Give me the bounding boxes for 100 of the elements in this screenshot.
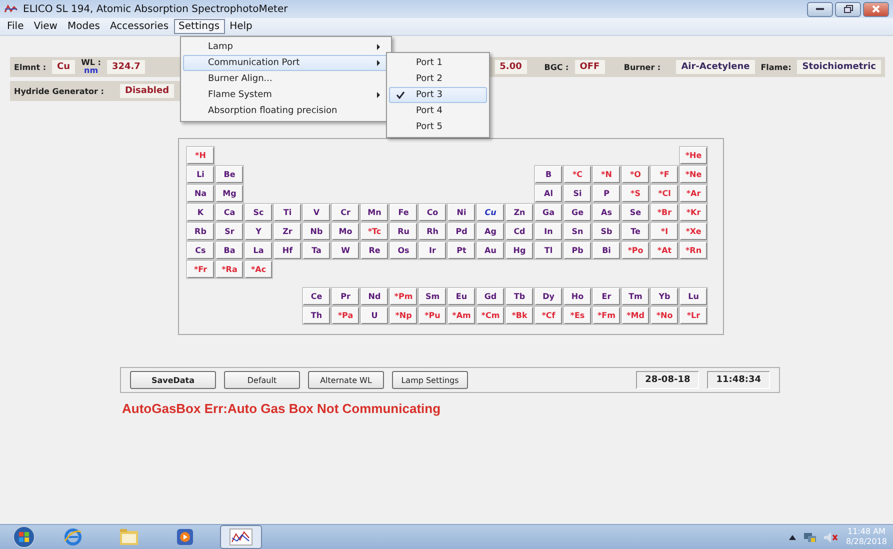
menu-option[interactable]: Flame System bbox=[183, 87, 389, 103]
action-button[interactable]: Alternate WL bbox=[308, 371, 384, 389]
element-button[interactable]: *Cf bbox=[535, 307, 562, 324]
element-button[interactable]: Sr bbox=[216, 223, 243, 240]
element-button[interactable]: *F bbox=[651, 166, 678, 183]
element-button[interactable]: Gd bbox=[477, 288, 504, 305]
menu-option[interactable]: Absorption floating precision bbox=[183, 103, 389, 119]
element-button[interactable]: In bbox=[535, 223, 562, 240]
menu-option[interactable]: Port 2 bbox=[389, 71, 487, 87]
element-button[interactable]: Zr bbox=[274, 223, 301, 240]
menu-option[interactable]: Port 4 bbox=[389, 103, 487, 119]
element-button[interactable]: *O bbox=[622, 166, 649, 183]
element-button[interactable]: *Pa bbox=[332, 307, 359, 324]
element-button[interactable]: Dy bbox=[535, 288, 562, 305]
element-button[interactable]: Th bbox=[303, 307, 330, 324]
element-button[interactable]: *Am bbox=[448, 307, 475, 324]
element-button[interactable]: Hf bbox=[274, 242, 301, 259]
element-button[interactable]: Na bbox=[187, 185, 214, 202]
element-button[interactable]: Er bbox=[593, 288, 620, 305]
element-button[interactable]: Re bbox=[361, 242, 388, 259]
element-button[interactable]: Rb bbox=[187, 223, 214, 240]
element-button[interactable]: *Ra bbox=[216, 261, 243, 278]
element-button[interactable]: Au bbox=[477, 242, 504, 259]
element-button[interactable]: Os bbox=[390, 242, 417, 259]
element-button[interactable]: Sc bbox=[245, 204, 272, 221]
element-button[interactable]: V bbox=[303, 204, 330, 221]
menu-item[interactable]: Help bbox=[224, 19, 258, 34]
element-button[interactable]: Se bbox=[622, 204, 649, 221]
element-button[interactable]: Ti bbox=[274, 204, 301, 221]
element-button[interactable]: Co bbox=[419, 204, 446, 221]
element-button[interactable]: As bbox=[593, 204, 620, 221]
element-button[interactable]: Al bbox=[535, 185, 562, 202]
element-button[interactable]: Li bbox=[187, 166, 214, 183]
element-button[interactable]: Y bbox=[245, 223, 272, 240]
element-button[interactable]: *Np bbox=[390, 307, 417, 324]
element-button[interactable]: *I bbox=[651, 223, 678, 240]
element-button[interactable]: *Bk bbox=[506, 307, 533, 324]
menu-item[interactable]: View bbox=[28, 19, 62, 34]
element-button[interactable]: *S bbox=[622, 185, 649, 202]
element-button[interactable]: *Fr bbox=[187, 261, 214, 278]
element-button[interactable]: Ag bbox=[477, 223, 504, 240]
element-button[interactable]: Fe bbox=[390, 204, 417, 221]
menu-item[interactable]: Settings bbox=[174, 19, 225, 34]
element-button[interactable]: *At bbox=[651, 242, 678, 259]
element-button[interactable]: W bbox=[332, 242, 359, 259]
menu-option[interactable]: Burner Align... bbox=[183, 71, 389, 87]
element-button[interactable]: Ce bbox=[303, 288, 330, 305]
element-button[interactable]: Ru bbox=[390, 223, 417, 240]
element-button[interactable]: K bbox=[187, 204, 214, 221]
element-button[interactable]: *No bbox=[651, 307, 678, 324]
element-button[interactable]: *Es bbox=[564, 307, 591, 324]
element-button[interactable]: Te bbox=[622, 223, 649, 240]
element-button[interactable]: Sn bbox=[564, 223, 591, 240]
element-button[interactable]: Lu bbox=[680, 288, 707, 305]
element-button[interactable]: Ge bbox=[564, 204, 591, 221]
menu-item[interactable]: File bbox=[2, 19, 29, 34]
element-button[interactable]: Pr bbox=[332, 288, 359, 305]
element-button[interactable]: *Ar bbox=[680, 185, 707, 202]
element-button[interactable]: Tl bbox=[535, 242, 562, 259]
menu-option[interactable]: Port 5 bbox=[389, 119, 487, 135]
muted-speaker-icon[interactable] bbox=[824, 532, 838, 542]
caret-icon[interactable] bbox=[788, 534, 796, 540]
action-button[interactable]: Default bbox=[224, 371, 300, 389]
element-button[interactable]: *Pm bbox=[390, 288, 417, 305]
element-button[interactable]: P bbox=[593, 185, 620, 202]
element-button[interactable]: *Cm bbox=[477, 307, 504, 324]
network-icon[interactable] bbox=[804, 532, 816, 542]
element-button[interactable]: Mn bbox=[361, 204, 388, 221]
element-button[interactable]: Zn bbox=[506, 204, 533, 221]
element-button[interactable]: Yb bbox=[651, 288, 678, 305]
element-button[interactable]: *Ne bbox=[680, 166, 707, 183]
element-button[interactable]: Mg bbox=[216, 185, 243, 202]
close-button[interactable] bbox=[863, 2, 889, 16]
element-button[interactable]: La bbox=[245, 242, 272, 259]
element-button[interactable]: Ca bbox=[216, 204, 243, 221]
element-button[interactable]: *Kr bbox=[680, 204, 707, 221]
action-button[interactable]: Lamp Settings bbox=[392, 371, 468, 389]
menu-item[interactable]: Accessories bbox=[104, 19, 174, 34]
element-button[interactable]: *N bbox=[593, 166, 620, 183]
element-button[interactable]: Eu bbox=[448, 288, 475, 305]
element-button[interactable]: Be bbox=[216, 166, 243, 183]
element-button[interactable]: Sb bbox=[593, 223, 620, 240]
element-button[interactable]: Pb bbox=[564, 242, 591, 259]
element-button[interactable]: Ho bbox=[564, 288, 591, 305]
element-button[interactable]: Pd bbox=[448, 223, 475, 240]
element-button[interactable]: Cr bbox=[332, 204, 359, 221]
menu-option[interactable]: Port 1 bbox=[389, 55, 487, 71]
element-button[interactable]: Ir bbox=[419, 242, 446, 259]
element-button[interactable]: *Cl bbox=[651, 185, 678, 202]
element-button[interactable]: *Lr bbox=[680, 307, 707, 324]
element-button[interactable]: *H bbox=[187, 147, 214, 164]
start-button[interactable] bbox=[10, 526, 38, 548]
element-button[interactable]: Tb bbox=[506, 288, 533, 305]
element-button[interactable]: Ga bbox=[535, 204, 562, 221]
menu-item[interactable]: Modes bbox=[62, 19, 105, 34]
element-button[interactable]: *Md bbox=[622, 307, 649, 324]
element-button[interactable]: *Pu bbox=[419, 307, 446, 324]
restore-button[interactable] bbox=[835, 2, 861, 16]
element-button[interactable]: Sm bbox=[419, 288, 446, 305]
menu-option[interactable]: Communication Port bbox=[183, 55, 389, 71]
